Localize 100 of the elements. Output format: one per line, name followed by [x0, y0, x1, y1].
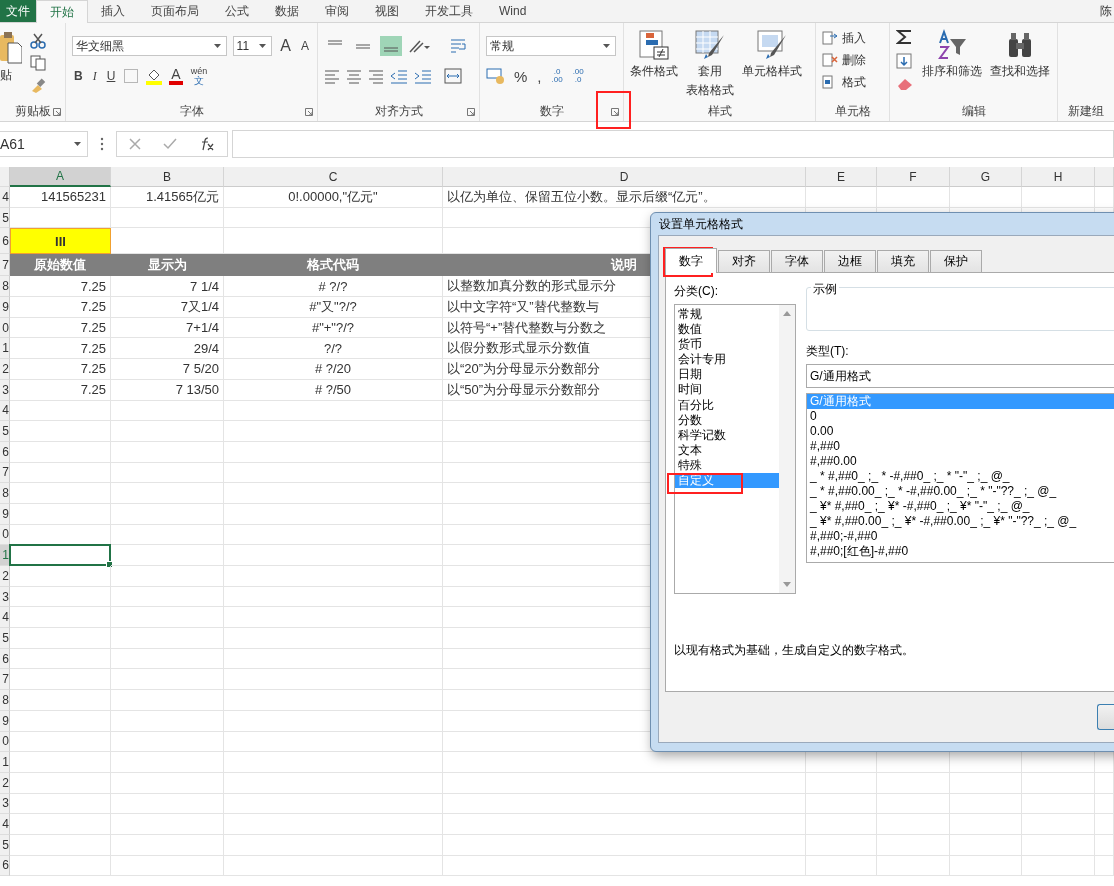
dialog-tab[interactable]: 边框 [824, 250, 876, 272]
dialog-launcher-icon[interactable] [305, 108, 313, 116]
orientation-icon[interactable] [408, 38, 430, 54]
row-header[interactable]: 4 [0, 814, 10, 835]
bottom-align-button[interactable] [380, 36, 402, 56]
row-header[interactable]: 3 [0, 379, 10, 401]
type-item[interactable]: #,##0;[红色]-#,##0 [807, 544, 1114, 559]
row-header[interactable]: 6 [0, 855, 10, 877]
row-header[interactable]: 2 [0, 359, 10, 380]
delete-button[interactable]: 删除 [822, 51, 883, 69]
ribbon-tab[interactable]: 开发工具 [412, 0, 486, 22]
row-header[interactable]: 3 [0, 586, 10, 608]
type-list[interactable] [806, 393, 1114, 563]
dialog-tab[interactable]: 字体 [771, 250, 823, 272]
ribbon-tab[interactable]: Wind [486, 0, 540, 22]
cell-style-button[interactable]: 单元格样式 [742, 29, 802, 101]
row-header[interactable]: 8 [0, 690, 10, 711]
copy-icon[interactable] [30, 55, 46, 71]
column-header[interactable]: B [111, 167, 224, 187]
category-item[interactable]: 特殊 [675, 457, 779, 474]
merge-cells-icon[interactable] [444, 68, 462, 84]
row-header[interactable]: 1 [0, 752, 10, 773]
dialog-launcher-icon[interactable] [611, 108, 619, 116]
column-header[interactable]: A [10, 167, 111, 187]
scroll-up-icon[interactable] [783, 311, 791, 316]
cancel-icon[interactable] [129, 138, 141, 150]
category-item[interactable]: 货币 [675, 337, 779, 353]
dialog-launcher-icon[interactable] [53, 108, 61, 116]
ribbon-tab[interactable]: 插入 [88, 0, 138, 22]
row-header[interactable]: 0 [0, 317, 10, 339]
row-header[interactable]: 3 [0, 793, 10, 815]
name-box[interactable]: A61 [0, 131, 88, 157]
paintbrush-icon[interactable] [30, 77, 46, 93]
row-header[interactable]: 4 [0, 187, 10, 208]
row-header[interactable]: 1 [0, 545, 10, 566]
comma-button[interactable]: , [535, 67, 544, 85]
ribbon-tab[interactable]: 数据 [262, 0, 312, 22]
increase-decimal-button[interactable]: .0 .00 [549, 68, 565, 84]
row-header[interactable]: 1 [0, 338, 10, 360]
category-item[interactable]: 文本 [675, 442, 779, 458]
number-format-field[interactable]: 常规 [486, 36, 616, 56]
dialog-tab[interactable]: 保护 [930, 250, 982, 272]
row-header[interactable]: 8 [0, 483, 10, 504]
bold-button[interactable]: B [72, 69, 85, 83]
column-header[interactable]: D [443, 167, 806, 187]
dialog-tab[interactable]: 对齐 [718, 250, 770, 272]
type-input[interactable]: G/通用格式 [806, 364, 1114, 388]
category-list[interactable]: 常规 数值 货币 会计专用 日期 时间 百分比 分数 科学记数 文本 特殊 自定义 [674, 304, 796, 594]
column-header[interactable]: H [1022, 167, 1095, 187]
italic-button[interactable]: I [90, 68, 99, 84]
function-icon[interactable] [199, 137, 215, 151]
ribbon-tab[interactable]: 公式 [212, 0, 262, 22]
row-header[interactable]: 5 [0, 207, 10, 229]
column-header[interactable]: E [806, 167, 877, 187]
type-item[interactable]: #,##0.00 [807, 454, 1114, 469]
more-icon[interactable] [100, 137, 104, 151]
text-align-icon[interactable] [324, 68, 340, 84]
category-item[interactable]: 分数 [675, 412, 779, 428]
ribbon-tab[interactable]: 审阅 [312, 0, 362, 22]
row-header[interactable]: 6 [0, 648, 10, 670]
row-header[interactable]: 7 [0, 669, 10, 691]
text-align-icon[interactable] [368, 68, 384, 84]
row-header[interactable]: 0 [0, 524, 10, 546]
font-name-field[interactable]: 华文细黑 [72, 36, 227, 56]
conditional-format-button[interactable]: 条件格式 [630, 29, 678, 101]
row-header[interactable]: 0 [0, 731, 10, 753]
fill-color-icon[interactable] [145, 67, 164, 85]
column-header[interactable]: F [877, 167, 950, 187]
type-item[interactable]: 0.00 [807, 424, 1114, 439]
text-align-icon[interactable] [346, 68, 362, 84]
underline-button[interactable]: U [104, 69, 118, 83]
grow-font-button[interactable]: A [278, 37, 293, 55]
scissors-icon[interactable] [30, 33, 46, 49]
sum-icon[interactable] [896, 29, 914, 45]
decrease-decimal-button[interactable]: .00 .0 [570, 68, 586, 84]
row-header[interactable]: 9 [0, 710, 10, 732]
percent-button[interactable]: % [512, 67, 530, 85]
type-item[interactable]: _ * #,##0_ ;_ * -#,##0_ ;_ * "-"_ ;_ @_ [807, 469, 1114, 484]
type-item[interactable]: #,##0 [807, 439, 1114, 454]
row-header[interactable]: 5 [0, 628, 10, 649]
find-select-button[interactable]: 查找和选择 [990, 29, 1050, 101]
row-header[interactable]: 5 [0, 421, 10, 442]
decrease-indent-icon[interactable] [390, 68, 408, 84]
row-header[interactable]: 8 [0, 276, 10, 298]
category-item[interactable]: 科学记数 [675, 427, 779, 443]
dialog-launcher-icon[interactable] [467, 108, 475, 116]
shrink-font-button[interactable]: A [299, 39, 311, 53]
ribbon-tab[interactable]: 开始 [36, 0, 88, 23]
border-icon[interactable] [123, 68, 140, 84]
row-header[interactable]: 9 [0, 503, 10, 525]
scrollbar[interactable] [779, 305, 795, 593]
font-size-field[interactable]: 11 [232, 36, 273, 56]
row-header[interactable]: 9 [0, 297, 10, 318]
scroll-down-icon[interactable] [783, 582, 791, 587]
fill-down-icon[interactable] [896, 53, 912, 69]
font-color-button[interactable]: A [169, 67, 183, 85]
increase-indent-icon[interactable] [414, 68, 432, 84]
select-all-button[interactable] [0, 167, 10, 187]
file-tab[interactable]: 文件 [0, 0, 36, 22]
type-item[interactable]: _ * #,##0.00_ ;_ * -#,##0.00_ ;_ * "-"??_ ;_ @_ [807, 484, 1114, 499]
